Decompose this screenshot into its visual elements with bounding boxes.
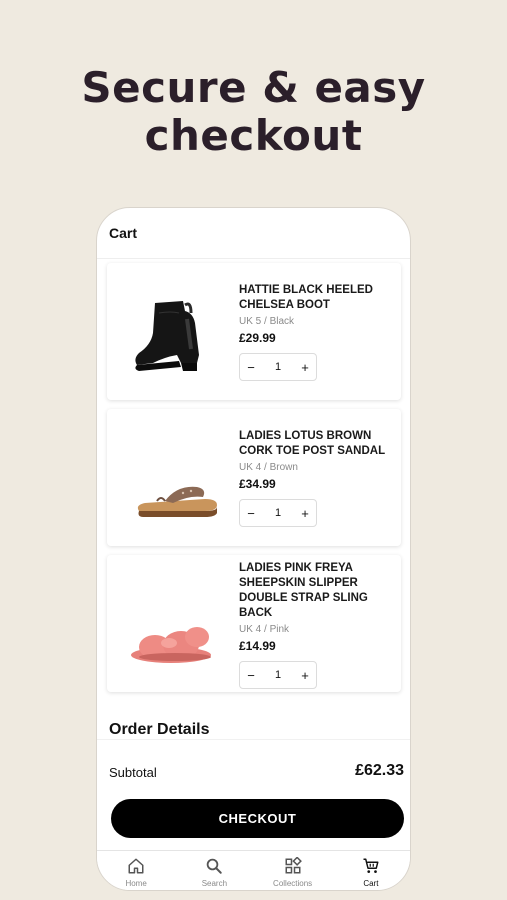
summary-divider <box>97 739 410 740</box>
subtotal-value: £62.33 <box>355 762 404 779</box>
decrease-quantity-button[interactable]: − <box>240 360 262 375</box>
tab-search[interactable]: Search <box>175 851 253 890</box>
product-name[interactable]: LADIES LOTUS BROWN CORK TOE POST SANDAL <box>239 429 397 459</box>
tab-collections[interactable]: Collections <box>254 851 332 890</box>
product-image-slipper <box>125 575 221 671</box>
product-variant: UK 4 / Brown <box>239 462 298 473</box>
phone-screen: Cart HATTIE BLACK HEELED CHELSEA BOOT UK… <box>96 207 411 891</box>
cart-item[interactable]: LADIES PINK FREYA SHEEPSKIN SLIPPER DOUB… <box>107 555 401 692</box>
tab-cart[interactable]: Cart <box>332 851 410 890</box>
quantity-stepper: − 1 + <box>239 661 317 689</box>
decrease-quantity-button[interactable]: − <box>240 668 262 683</box>
promo-headline-line2: checkout <box>144 111 363 160</box>
page-title: Cart <box>109 225 138 241</box>
product-image-sandal <box>125 429 221 525</box>
increase-quantity-button[interactable]: + <box>294 668 316 683</box>
checkout-button[interactable]: CHECKOUT <box>111 799 404 838</box>
search-icon <box>207 858 223 874</box>
home-icon <box>128 858 144 874</box>
promo-headline: Secure & easy checkout <box>0 64 507 160</box>
increase-quantity-button[interactable]: + <box>294 360 316 375</box>
tab-label: Search <box>201 879 228 888</box>
decrease-quantity-button[interactable]: − <box>240 506 262 521</box>
product-price: £34.99 <box>239 477 276 491</box>
product-name[interactable]: LADIES PINK FREYA SHEEPSKIN SLIPPER DOUB… <box>239 561 397 621</box>
quantity-stepper: − 1 + <box>239 499 317 527</box>
product-variant: UK 5 / Black <box>239 316 295 327</box>
quantity-value: 1 <box>274 361 282 373</box>
product-price: £29.99 <box>239 331 276 345</box>
cart-icon <box>363 858 379 873</box>
tab-label: Home <box>125 879 147 888</box>
promo-headline-line1: Secure & easy <box>81 63 426 112</box>
tab-label: Collections <box>273 879 313 888</box>
product-variant: UK 4 / Pink <box>239 624 290 635</box>
quantity-value: 1 <box>274 507 282 519</box>
quantity-stepper: − 1 + <box>239 353 317 381</box>
cart-item[interactable]: LADIES LOTUS BROWN CORK TOE POST SANDAL … <box>107 409 401 546</box>
product-price: £14.99 <box>239 639 276 653</box>
order-details-heading: Order Details <box>109 721 210 738</box>
bottom-tab-bar: Home Search Collections Cart <box>97 850 410 890</box>
collections-icon <box>285 857 302 874</box>
cart-item[interactable]: HATTIE BLACK HEELED CHELSEA BOOT UK 5 / … <box>107 263 401 400</box>
header-divider <box>97 258 410 259</box>
increase-quantity-button[interactable]: + <box>294 506 316 521</box>
subtotal-label: Subtotal <box>109 765 157 780</box>
quantity-value: 1 <box>274 669 282 681</box>
tab-home[interactable]: Home <box>97 851 175 890</box>
tab-label: Cart <box>363 879 379 888</box>
product-image-boot <box>125 283 221 379</box>
product-name[interactable]: HATTIE BLACK HEELED CHELSEA BOOT <box>239 283 397 313</box>
